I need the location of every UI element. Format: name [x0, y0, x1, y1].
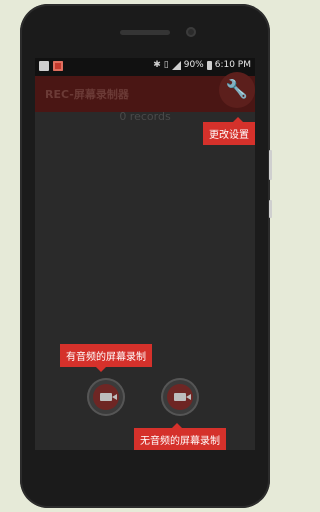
clock: 6:10 PM — [214, 60, 251, 70]
record-without-audio-tooltip: 无音频的屏幕录制 — [134, 423, 226, 450]
speaker-grille — [120, 30, 170, 35]
audio-mark-icon — [96, 390, 102, 397]
video-audio-icon — [96, 390, 117, 401]
signal-icon — [171, 60, 181, 70]
app-title: REC-屏幕录制器 — [45, 88, 129, 101]
power-button — [269, 200, 272, 218]
fab-inner — [93, 384, 119, 410]
volume-button — [269, 150, 272, 180]
system-icons: ✱ ▯ 90% 6:10 PM — [153, 60, 251, 70]
battery-icon — [206, 60, 212, 70]
record-without-audio-button[interactable] — [161, 378, 199, 416]
status-bar: ✱ ▯ 90% 6:10 PM — [35, 58, 255, 76]
wrench-icon: 🔧 — [225, 79, 249, 100]
phone-bottom-bezel — [20, 450, 270, 508]
fab-inner — [167, 384, 193, 410]
bluetooth-icon: ✱ — [153, 60, 161, 70]
front-camera — [186, 27, 196, 37]
screen: ✱ ▯ 90% 6:10 PM REC-屏幕录制器 🔧 0 records 更改… — [35, 58, 255, 450]
notification-icons — [39, 61, 63, 71]
vibrate-icon: ▯ — [163, 60, 169, 70]
record-with-audio-tooltip: 有音频的屏幕录制 — [60, 344, 152, 372]
image-icon — [39, 61, 49, 71]
settings-tooltip: 更改设置 — [203, 117, 255, 145]
record-with-audio-button[interactable] — [87, 378, 125, 416]
video-icon — [174, 393, 191, 401]
settings-button[interactable]: 🔧 — [219, 72, 255, 108]
battery-percent: 90% — [183, 60, 204, 70]
phone-top-bezel — [20, 4, 270, 60]
record-icon — [53, 61, 63, 71]
